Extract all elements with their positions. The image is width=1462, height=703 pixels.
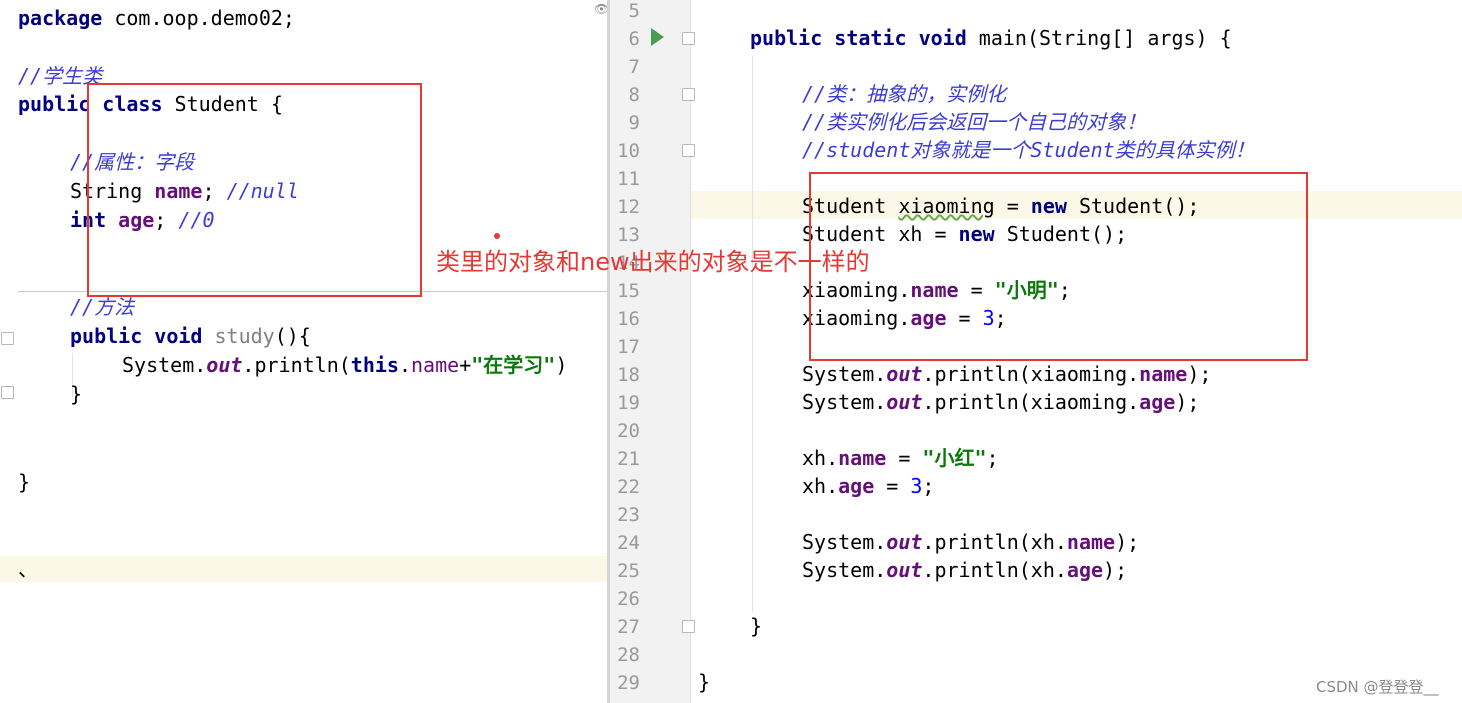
line-number[interactable]: 23 (610, 501, 640, 529)
line-number[interactable]: 5 (610, 0, 640, 25)
line-number[interactable]: 15 (610, 277, 640, 305)
code-line-18[interactable]: System.out.println(xiaoming.name); (802, 360, 1211, 389)
line-number[interactable]: 28 (610, 641, 640, 669)
annotation-box-left (87, 83, 422, 297)
comment-line-3[interactable]: //student对象就是一个Student类的具体实例！ (802, 136, 1255, 165)
line-number[interactable]: 12 (610, 193, 640, 221)
indent-guide (752, 56, 753, 612)
method-body-line[interactable]: System.out.println(this.name+"在学习") (122, 351, 567, 380)
line-number[interactable]: 29 (610, 669, 640, 697)
line-number[interactable]: 24 (610, 529, 640, 557)
line-number[interactable]: 17 (610, 333, 640, 361)
line-number[interactable]: 20 (610, 417, 640, 445)
line-number[interactable]: 8 (610, 81, 640, 109)
main-method-declaration[interactable]: public static void main(String[] args) { (750, 24, 1232, 53)
fold-marker-icon[interactable] (682, 32, 695, 45)
line-number[interactable]: 25 (610, 557, 640, 585)
method-close-brace[interactable]: } (70, 380, 82, 409)
annotation-text: 类里的对象和new出来的对象是不一样的 (436, 248, 870, 276)
comment-line-1[interactable]: //类：抽象的，实例化 (802, 80, 1006, 109)
code-line-25[interactable]: System.out.println(xh.age); (802, 556, 1127, 585)
code-line-21[interactable]: xh.name = "小红"; (802, 444, 999, 473)
fold-marker-icon[interactable] (682, 144, 695, 157)
watermark: CSDN @登登登__ (1316, 678, 1439, 696)
line-number[interactable]: 19 (610, 389, 640, 417)
line-number[interactable]: 7 (610, 53, 640, 81)
fold-marker-icon[interactable] (1, 386, 14, 399)
line-number[interactable]: 22 (610, 473, 640, 501)
comment-line-2[interactable]: //类实例化后会返回一个自己的对象！ (802, 108, 1146, 137)
line-number[interactable]: 21 (610, 445, 640, 473)
fold-marker-icon[interactable] (682, 620, 695, 633)
line-number[interactable]: 6 (610, 25, 640, 53)
main-close-brace[interactable]: } (750, 612, 762, 641)
line-number[interactable]: 26 (610, 585, 640, 613)
class-close-brace[interactable]: } (18, 468, 30, 497)
code-line-24[interactable]: System.out.println(xh.name); (802, 528, 1139, 557)
stray-character[interactable]: 、 (18, 555, 38, 584)
code-line-19[interactable]: System.out.println(xiaoming.age); (802, 388, 1199, 417)
class-close-brace[interactable]: } (698, 668, 710, 697)
line-number[interactable]: 9 (610, 109, 640, 137)
package-line[interactable]: package com.oop.demo02; (18, 4, 295, 33)
line-number[interactable]: 11 (610, 165, 640, 193)
method-declaration[interactable]: public void study(){ (70, 322, 311, 351)
current-line-highlight (0, 556, 608, 582)
line-number[interactable]: 27 (610, 613, 640, 641)
eye-icon[interactable]: 👁 (594, 2, 608, 16)
fold-marker-icon[interactable] (682, 88, 695, 101)
line-number[interactable]: 10 (610, 137, 640, 165)
line-number[interactable]: 18 (610, 361, 640, 389)
annotation-dot (494, 233, 500, 239)
method-comment[interactable]: //方法 (70, 293, 134, 322)
line-number[interactable]: 16 (610, 305, 640, 333)
annotation-box-right (809, 172, 1308, 361)
fold-marker-icon[interactable] (1, 332, 14, 345)
run-icon[interactable] (651, 28, 664, 46)
code-line-22[interactable]: xh.age = 3; (802, 472, 934, 501)
